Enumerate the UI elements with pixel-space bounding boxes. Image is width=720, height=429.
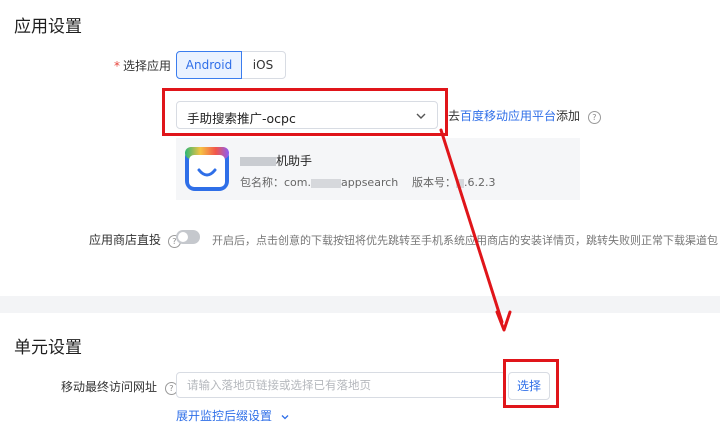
annotation-arrow bbox=[439, 128, 512, 332]
platform-tab-android[interactable]: Android bbox=[176, 51, 242, 79]
